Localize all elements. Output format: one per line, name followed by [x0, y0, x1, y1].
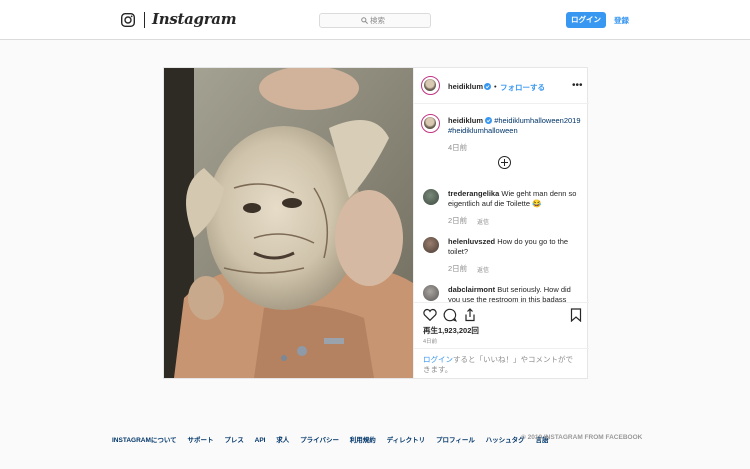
- comment-item: trederangelika Wie geht man denn so eige…: [448, 189, 584, 209]
- instagram-logo-text[interactable]: Instagram: [152, 10, 237, 28]
- hashtag-link[interactable]: #heidiklumhalloween: [448, 126, 518, 135]
- footer-link-directory[interactable]: ディレクトリ: [387, 437, 426, 444]
- footer-link-support[interactable]: サポート: [188, 437, 214, 444]
- comment-avatar[interactable]: [423, 189, 439, 205]
- verified-badge-icon: [484, 83, 491, 90]
- search-placeholder: 検索: [370, 16, 385, 25]
- footer-link-jobs[interactable]: 求人: [276, 437, 289, 444]
- post-card: heidiklum • フォローする ••• heidiklum #heidik…: [163, 67, 589, 379]
- caption-time[interactable]: 4日前: [448, 142, 467, 153]
- copyright: © 2019 INSTAGRAM FROM FACEBOOK: [521, 434, 643, 441]
- follow-link[interactable]: フォローする: [500, 82, 545, 93]
- comment-username[interactable]: helenluvszed: [448, 237, 495, 246]
- post-actions: 再生1,923,202回 4日前 ログインすると「いいね！」やコメントができます…: [414, 302, 589, 378]
- separator-dot: •: [494, 82, 497, 91]
- avatar[interactable]: [421, 76, 440, 95]
- post-video-frame: [164, 68, 413, 378]
- comment-icon[interactable]: [443, 308, 457, 322]
- post-video[interactable]: [164, 68, 413, 378]
- view-count: 再生1,923,202回: [423, 326, 479, 335]
- heart-icon[interactable]: [423, 308, 437, 322]
- logo-divider: [144, 12, 145, 28]
- post-date[interactable]: 4日前: [423, 337, 437, 345]
- comments-list: heidiklum #heidiklumhalloween2019 #heidi…: [414, 104, 589, 302]
- caption-username[interactable]: heidiklum: [448, 116, 483, 125]
- caption: heidiklum #heidiklumhalloween2019 #heidi…: [448, 116, 584, 136]
- bookmark-icon[interactable]: [569, 308, 583, 322]
- more-options-icon[interactable]: •••: [572, 80, 583, 91]
- verified-badge-icon: [485, 117, 493, 124]
- reply-link[interactable]: 返信: [477, 265, 489, 274]
- footer-link-profiles[interactable]: プロフィール: [436, 437, 475, 444]
- footer-links: INSTAGRAMについて サポート プレス API 求人 プライバシー 利用規…: [112, 434, 557, 444]
- post-header: heidiklum • フォローする •••: [414, 68, 589, 104]
- footer-link-api[interactable]: API: [255, 437, 266, 444]
- footer-link-privacy[interactable]: プライバシー: [300, 437, 339, 444]
- footer-link-press[interactable]: プレス: [224, 437, 244, 444]
- post-sidebar: heidiklum • フォローする ••• heidiklum #heidik…: [413, 68, 589, 378]
- login-link[interactable]: ログイン: [423, 355, 453, 364]
- comment-time[interactable]: 2日前: [448, 263, 467, 274]
- search-icon: [361, 17, 368, 24]
- comment-avatar[interactable]: [423, 285, 439, 301]
- register-link[interactable]: 登録: [614, 15, 629, 26]
- login-prompt: ログインすると「いいね！」やコメントができます。: [414, 348, 589, 379]
- load-more-comments-icon[interactable]: [498, 156, 511, 169]
- footer-link-terms[interactable]: 利用規約: [350, 437, 376, 444]
- caption-avatar[interactable]: [421, 114, 440, 133]
- comment-username[interactable]: trederangelika: [448, 189, 499, 198]
- post-username[interactable]: heidiklum: [448, 82, 483, 91]
- reply-link[interactable]: 返信: [477, 217, 489, 226]
- comment-item: helenluvszed How do you go to the toilet…: [448, 237, 584, 257]
- comment-item: dabclairmont But seriously. How did you …: [448, 285, 584, 302]
- instagram-camera-icon[interactable]: [121, 13, 135, 27]
- search-input[interactable]: 検索: [319, 13, 431, 28]
- top-nav: Instagram 検索 ログイン 登録: [0, 0, 750, 40]
- comment-avatar[interactable]: [423, 237, 439, 253]
- footer-link-hashtags[interactable]: ハッシュタグ: [486, 437, 525, 444]
- login-button[interactable]: ログイン: [566, 12, 606, 28]
- comment-username[interactable]: dabclairmont: [448, 285, 495, 294]
- comment-time[interactable]: 2日前: [448, 215, 467, 226]
- hashtag-link[interactable]: #heidiklumhalloween2019: [494, 116, 580, 125]
- footer-link-about[interactable]: INSTAGRAMについて: [112, 437, 177, 444]
- share-icon[interactable]: [463, 308, 477, 322]
